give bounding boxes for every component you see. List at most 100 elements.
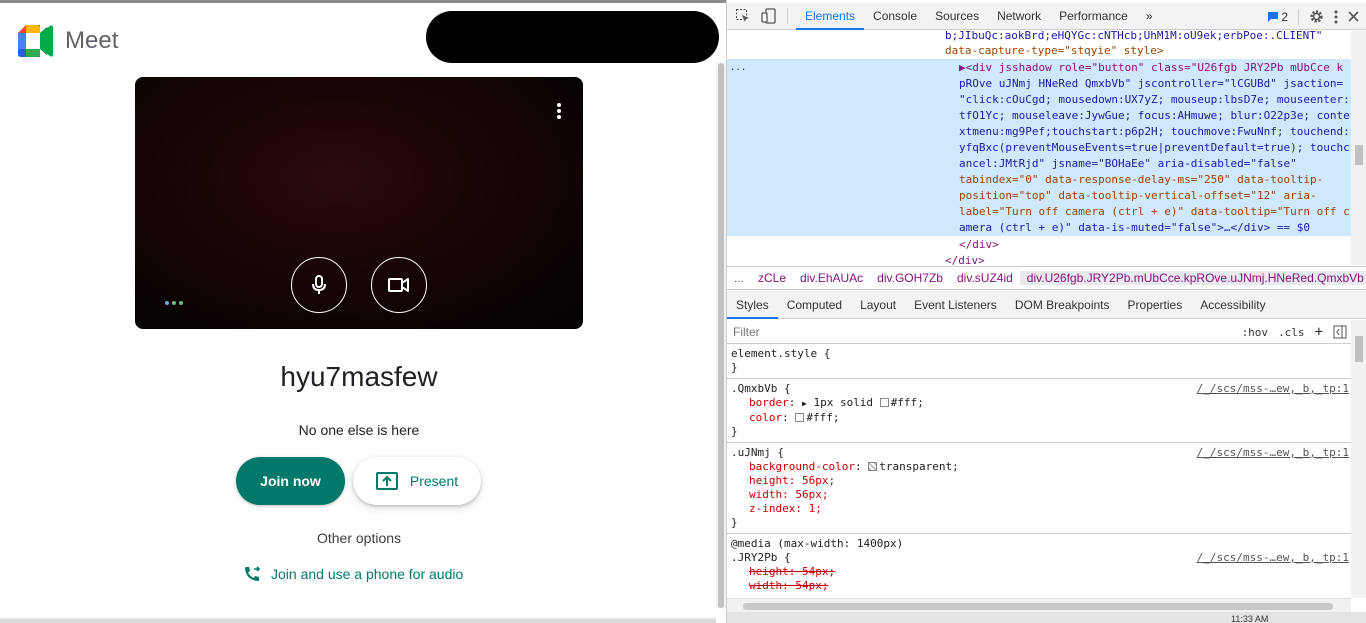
style-property-overridden[interactable]: height: 54px; [731,565,1347,579]
style-rule-media: @media (max-width: 1400px) /_/scs/mss-…e… [727,534,1351,596]
rule-close: } [731,361,738,374]
breadcrumb-item[interactable]: div.sUZ4id [950,271,1020,285]
style-rule: /_/scs/mss-…ew,_b,_tp:1 .uJNmj { backgro… [727,443,1351,534]
microphone-icon [312,275,326,294]
breadcrumb-item[interactable]: zCLe [751,271,793,285]
style-property[interactable]: color: #fff; [731,411,1347,425]
inspect-element-icon[interactable] [733,6,753,26]
dom-line: ▶<div jsshadow role="button" class="U26f… [959,61,1344,74]
more-tabs-button[interactable]: » [1137,3,1162,30]
property-value: transparent; [879,460,959,473]
kebab-menu-icon[interactable] [1334,10,1338,24]
elements-scrollbar[interactable] [1351,31,1366,265]
dom-line-text: pROve uJNmj HNeRed QmxbVb" jscontroller=… [959,77,1344,90]
dom-line: xtmenu:mg9Pef;touchstart:p6p2H; touchmov… [959,125,1350,138]
property-color: #fff [890,396,918,409]
style-property[interactable]: height: 56px; [731,474,1347,488]
dom-line: </div> [959,238,999,251]
breadcrumb-item-selected[interactable]: div.U26fgb.JRY2Pb.mUbCce.kpROve.uJNmj.HN… [1019,271,1366,285]
camera-icon [388,278,409,292]
close-devtools-icon[interactable] [1348,11,1359,22]
dom-line: pROve uJNmj HNeRed QmxbVb" jscontroller=… [959,76,1343,92]
style-property[interactable]: border: ▶ 1px solid #fff; [731,396,1347,411]
microphone-button[interactable] [291,257,347,313]
breadcrumb-class: .GOH7Zb [891,271,943,285]
device-toolbar-icon[interactable] [759,6,779,26]
dom-line: position="top" data-tooltip-vertical-off… [959,189,1317,202]
page-scrollbar[interactable] [716,63,726,608]
present-button[interactable]: Present [353,457,481,505]
phone-audio-link[interactable]: Join and use a phone for audio [243,565,463,583]
join-now-button[interactable]: Join now [236,457,345,505]
rule-source-link[interactable]: /_/scs/mss-…ew,_b,_tp:1 [1197,382,1349,396]
meet-logo-icon [18,25,53,57]
hover-state-toggle[interactable]: :hov [1242,326,1269,339]
color-swatch-icon[interactable] [795,413,805,422]
class-toggle[interactable]: .cls [1278,326,1305,339]
subtab-event-listeners[interactable]: Event Listeners [905,291,1006,319]
taskbar-strip [727,612,1366,623]
subtab-styles[interactable]: Styles [727,291,778,319]
dom-line: label="Turn off camera (ctrl + e)" data-… [959,205,1350,218]
style-rule-element: element.style { } [727,344,1351,379]
property-name: background-color [749,460,855,473]
breadcrumb-tag: div [956,271,972,285]
style-property-overridden[interactable]: width: 54px; [731,579,1347,593]
property-name: color [749,411,783,424]
issues-icon [1268,11,1279,22]
styles-pane[interactable]: element.style { } /_/scs/mss-…ew,_b,_tp:… [727,344,1351,598]
other-options-heading: Other options [316,530,402,546]
meet-page: Meet hyu7masfew No one else is here Join… [0,0,726,623]
styles-scrollbar[interactable] [1351,320,1366,598]
style-property[interactable]: background-color: transparent; [731,460,1347,474]
page-horizontal-scrollbar[interactable] [0,617,716,623]
subtab-dom-breakpoints[interactable]: DOM Breakpoints [1006,291,1119,319]
tab-console[interactable]: Console [864,3,926,30]
more-options-icon[interactable] [557,103,561,119]
tab-elements[interactable]: Elements [796,3,865,30]
issues-count: 2 [1281,9,1288,24]
new-rule-button[interactable]: + [1315,324,1323,340]
dom-line: data-capture-type="stqyie" style> [945,43,1164,59]
expand-triangle-icon[interactable]: ▶ [802,399,807,408]
participants-status: No one else is here [298,422,420,438]
subtab-properties[interactable]: Properties [1119,291,1192,319]
meeting-name: hyu7masfew [280,361,438,392]
style-property[interactable]: width: 56px; [731,488,1347,502]
taskbar-clock: 11:33 AM [1231,614,1269,623]
node-ellipsis-icon[interactable]: ... [730,60,746,76]
settings-gear-icon[interactable] [1309,9,1324,24]
styles-filter-input[interactable] [731,322,1213,342]
color-swatch-icon[interactable] [879,398,889,407]
styles-subtabs: Styles Computed Layout Event Listeners D… [727,291,1366,319]
breadcrumb-class: .sUZ4id [971,271,1013,285]
tab-sources[interactable]: Sources [926,3,988,30]
tab-network[interactable]: Network [988,3,1050,30]
tab-performance[interactable]: Performance [1050,3,1137,30]
camera-button[interactable] [371,257,427,313]
breadcrumb-tag: div [800,271,815,285]
subtab-layout[interactable]: Layout [851,291,905,319]
meet-logo[interactable]: Meet [18,25,118,57]
breadcrumb-item[interactable]: div.GOH7Zb [870,271,950,285]
subtab-accessibility[interactable]: Accessibility [1191,291,1274,319]
breadcrumb-ellipsis[interactable]: ... [727,271,751,285]
rule-source-link[interactable]: /_/scs/mss-…ew,_b,_tp:1 [1197,551,1349,565]
phone-forward-icon [245,566,261,581]
devtools-panel: Elements Console Sources Network Perform… [726,0,1366,623]
color-swatch-icon[interactable] [868,462,878,471]
breadcrumb-item[interactable]: div.EhAUAc [793,271,870,285]
camera-preview [135,77,583,329]
breadcrumb-tag: div [1026,271,1042,285]
breadcrumb-class: zCLe [758,271,787,285]
style-property[interactable]: z-index: 1; [731,502,1347,516]
subtab-computed[interactable]: Computed [778,291,851,319]
rule-source-link[interactable]: /_/scs/mss-…ew,_b,_tp:1 [1197,446,1349,460]
dom-line: tabindex="0" data-response-delay-ms="250… [959,173,1324,186]
issues-badge[interactable]: 2 [1267,10,1288,24]
property-color: #fff [806,411,833,424]
dom-line: "click:cOuCgd; mousedown:UX7yZ; mouseup:… [959,93,1350,106]
elements-dom-tree[interactable]: b;JIbuQc:aokBrd;eHQYGc:cNTHcb;UhM1M:oU9e… [727,31,1351,265]
styles-horizontal-scrollbar[interactable] [727,598,1351,612]
toggle-sidebar-icon[interactable] [1333,325,1347,339]
